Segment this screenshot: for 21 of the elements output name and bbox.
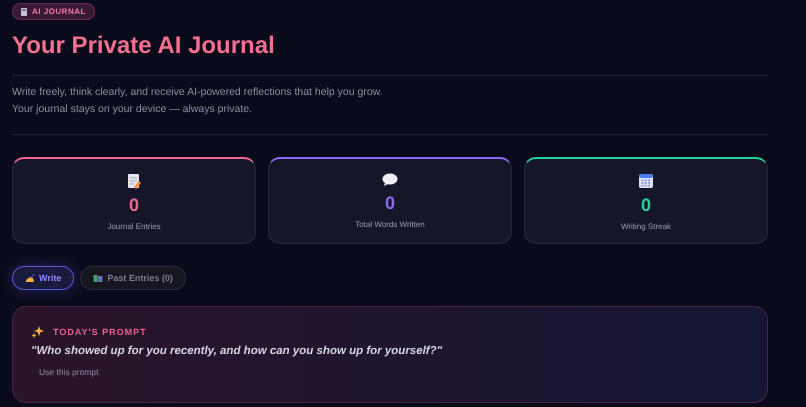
stat-value: 0 [128,195,139,215]
page-title: Your Private AI Journal [12,32,276,60]
badge-label: AI JOURNAL [32,7,86,16]
notepad-icon [127,173,141,189]
tab[interactable]: Write [12,266,74,290]
books-icon [93,274,104,282]
calendar-icon [638,173,654,189]
sparkles-icon [31,325,45,339]
stat-value: 0 [384,193,395,213]
stat-value: 0 [640,195,651,215]
stat-label: Total Words Written [355,220,425,229]
stat-label: Journal Entries [107,222,161,231]
use-prompt-button[interactable]: Use this prompt [37,365,101,379]
stat-label: Writing Streak [620,222,672,231]
writing-hand-icon [25,274,35,282]
prompt-heading: TODAY'S PROMPT [53,327,147,337]
intro-text: Write freely, think clearly, and receive AI-powered reflections that help you grow. Your journal stays on your device — always private. [12,85,384,117]
notebook-icon [21,8,27,16]
speech-bubble-icon [382,173,398,187]
prompt-text: "Who showed up for you recently, and how can you show up for yourself?" [31,345,444,357]
tab[interactable]: Past Entries (0) [80,266,186,290]
